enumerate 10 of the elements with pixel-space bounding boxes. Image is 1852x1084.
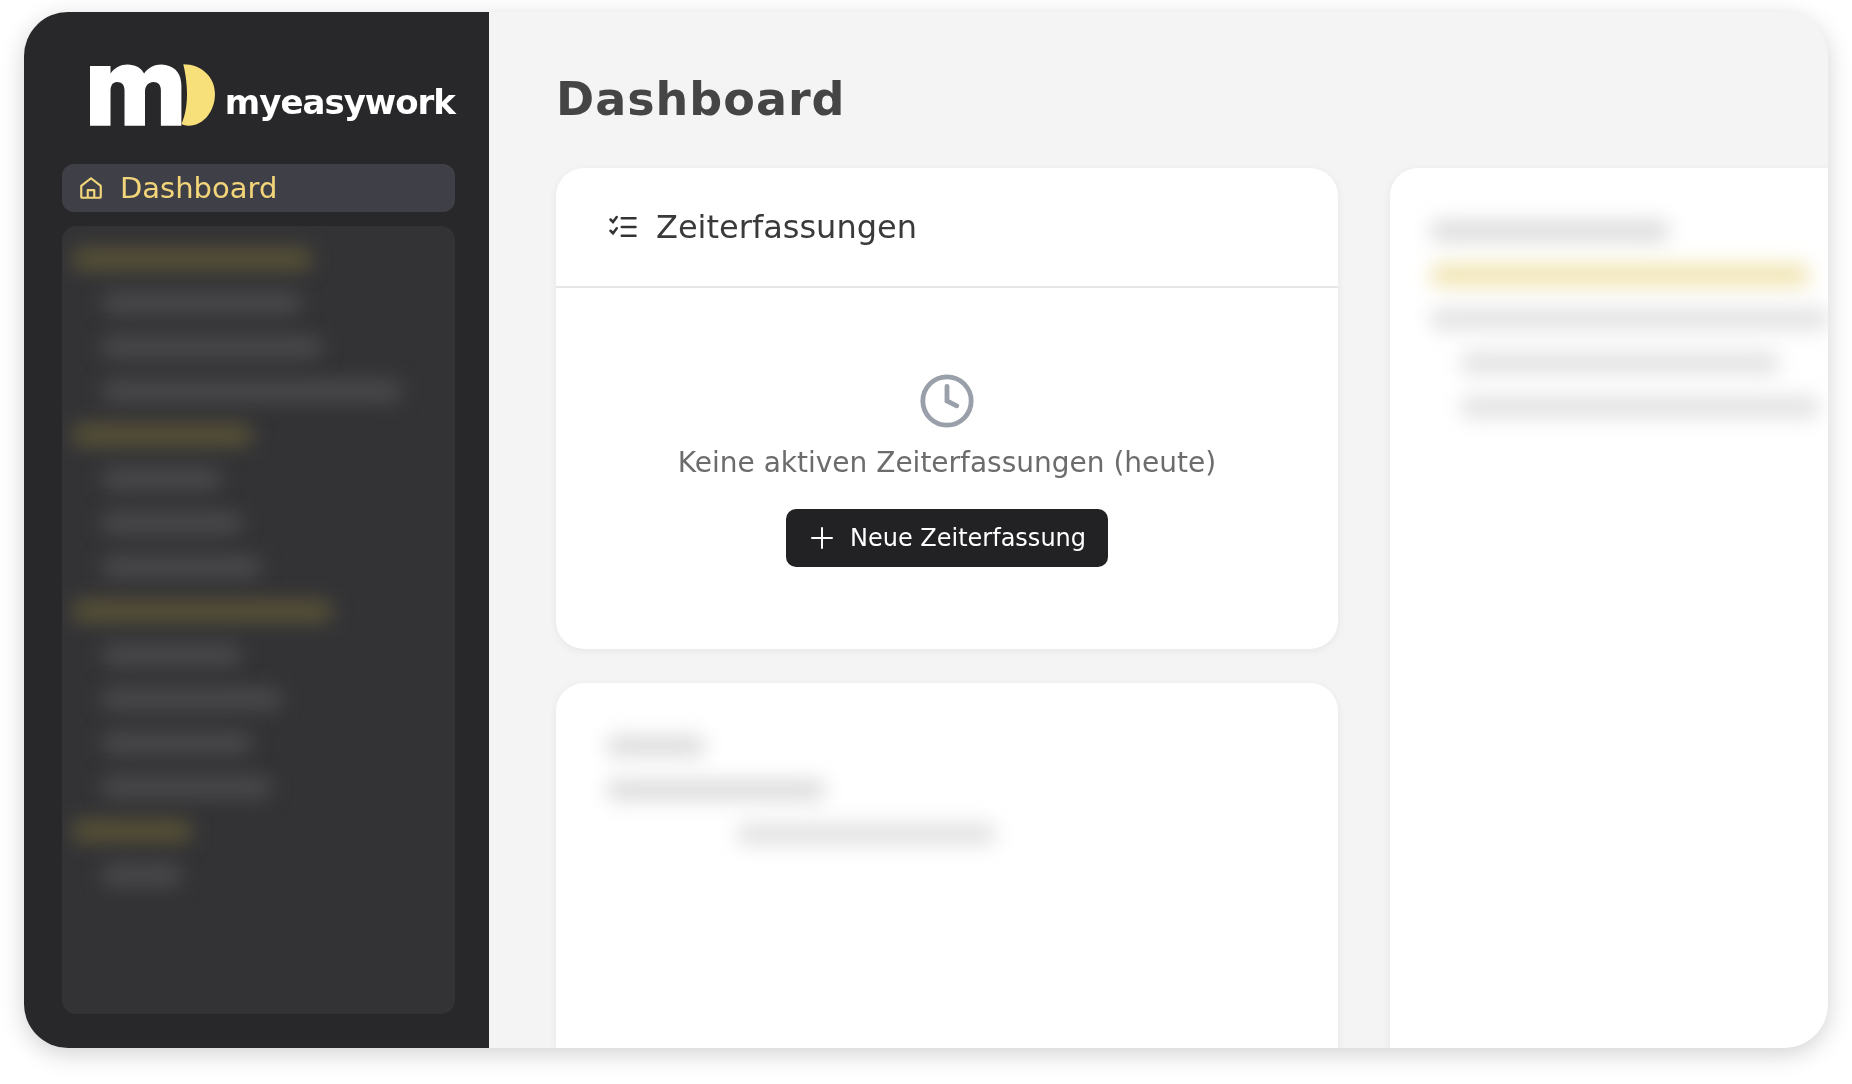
card-title: Zeiterfassungen	[656, 208, 917, 246]
empty-message: Keine aktiven Zeiterfassungen (heute)	[677, 446, 1217, 479]
plus-icon	[809, 526, 834, 550]
nav-item[interactable]: Dashboard	[62, 164, 455, 212]
brand-name: myeasywork	[224, 82, 455, 122]
page-title: Dashboard	[556, 72, 847, 128]
checklist-icon	[608, 214, 638, 240]
clock-icon	[918, 372, 976, 430]
home-icon	[78, 175, 104, 201]
new-time-entry-button[interactable]: Neue Zeiterfassung	[785, 509, 1109, 567]
